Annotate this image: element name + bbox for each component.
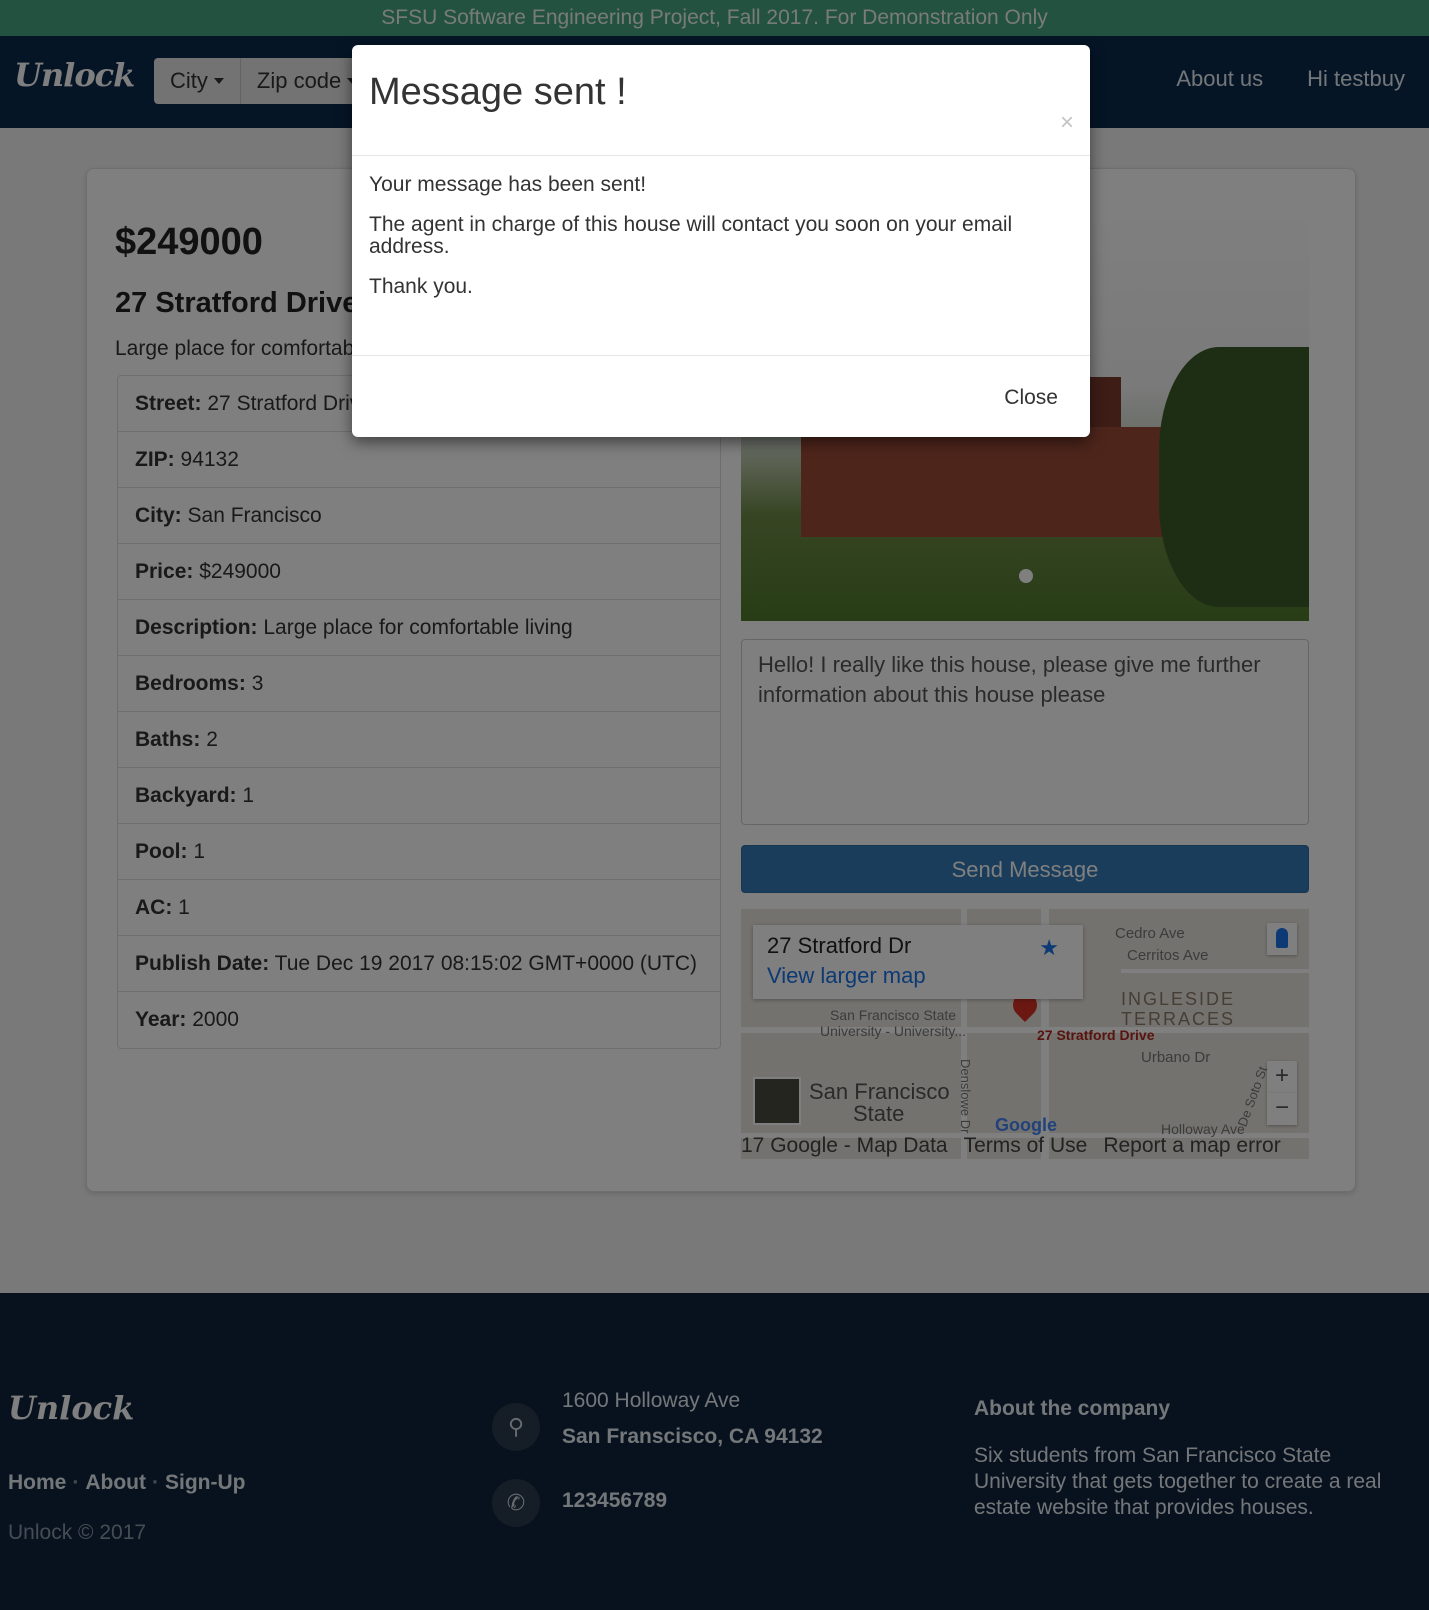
- modal-line: Your message has been sent!: [369, 173, 647, 196]
- message-sent-modal: Message sent ! × Your message has been s…: [352, 45, 1090, 437]
- modal-footer: Close: [352, 356, 1090, 436]
- modal-header: Message sent ! ×: [352, 45, 1090, 156]
- close-icon[interactable]: ×: [1060, 111, 1074, 135]
- modal-line: Thank you.: [369, 275, 473, 298]
- modal-body: Your message has been sent! The agent in…: [352, 156, 1090, 356]
- close-button[interactable]: Close: [1004, 386, 1058, 410]
- modal-title: Message sent !: [369, 71, 627, 113]
- modal-line: The agent in charge of this house will c…: [369, 213, 1013, 258]
